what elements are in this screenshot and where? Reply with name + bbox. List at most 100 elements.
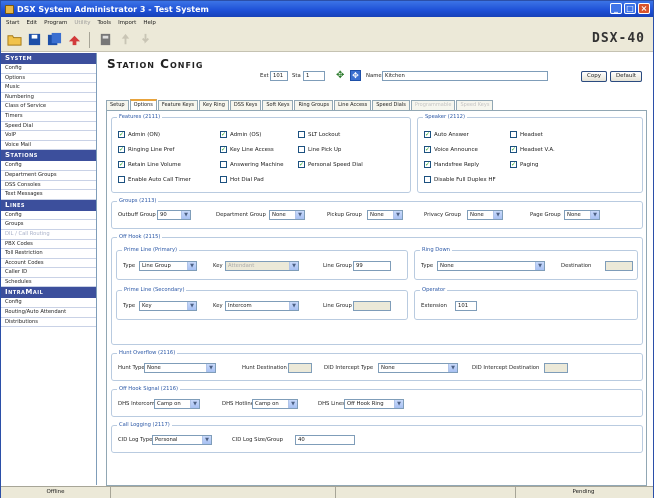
next-station-icon[interactable]: ✥ <box>336 70 344 81</box>
menu-program[interactable]: Program <box>44 20 67 26</box>
minimize-button[interactable]: _ <box>610 3 622 14</box>
menu-help[interactable]: Help <box>143 20 156 26</box>
checkbox-box[interactable]: ✓ <box>220 146 227 153</box>
sidebar-item[interactable]: Distributions <box>1 317 96 328</box>
chevron-down-icon[interactable]: ▼ <box>202 436 211 444</box>
sidebar-item[interactable]: VoIP <box>1 131 96 141</box>
sidebar-item[interactable]: DSS Consoles <box>1 180 96 191</box>
menu-tools[interactable]: Tools <box>98 20 112 26</box>
tab-speed-keys[interactable]: Speed Keys <box>456 100 494 110</box>
sidebar-item[interactable]: Music <box>1 83 96 93</box>
checkbox-box[interactable] <box>220 176 227 183</box>
checkbox-key-line-access[interactable]: ✓ Key Line Access <box>220 146 274 153</box>
checkbox-auto-answer[interactable]: ✓ Auto Answer <box>424 131 469 138</box>
chevron-down-icon[interactable]: ▼ <box>187 262 196 270</box>
tab-programmable[interactable]: Programmable <box>410 100 456 110</box>
tab-dss-keys[interactable]: DSS Keys <box>229 100 262 110</box>
checkbox-admin-os[interactable]: ✓ Admin (OS) <box>220 131 261 138</box>
checkbox-box[interactable]: ✓ <box>118 161 125 168</box>
dept-group-select[interactable]: None ▼ <box>269 210 305 220</box>
checkbox-box[interactable] <box>424 176 431 183</box>
page-group-select[interactable]: None ▼ <box>564 210 600 220</box>
sidebar-item[interactable]: Options <box>1 73 96 84</box>
primary-key-select[interactable]: Attendant ▼ <box>225 261 299 271</box>
sidebar-item[interactable]: Speed Dial <box>1 121 96 132</box>
sidebar-item[interactable]: Numbering <box>1 92 96 103</box>
sidebar-item[interactable]: Timers <box>1 111 96 122</box>
chevron-down-icon[interactable]: ▼ <box>448 364 457 372</box>
chevron-down-icon[interactable]: ▼ <box>394 400 403 408</box>
hunt-type-select[interactable]: None ▼ <box>144 363 216 373</box>
did-intercept-destination-field[interactable] <box>544 363 568 373</box>
name-field[interactable]: Kitchen <box>382 71 548 81</box>
sidebar-item[interactable]: Config <box>1 64 96 74</box>
sidebar-item[interactable]: Caller ID <box>1 268 96 278</box>
sidebar-item[interactable]: PBX Codes <box>1 239 96 250</box>
print-icon[interactable] <box>97 32 113 48</box>
checkbox-box[interactable]: ✓ <box>298 161 305 168</box>
checkbox-box[interactable] <box>298 146 305 153</box>
sidebar-item[interactable]: Toll Restriction <box>1 249 96 259</box>
checkbox-voice-announce[interactable]: ✓ Voice Announce <box>424 146 478 153</box>
sidebar-item[interactable]: Text Messages <box>1 190 96 200</box>
checkbox-box[interactable]: ✓ <box>424 146 431 153</box>
dhs-lines-select[interactable]: Off Hook Ring ▼ <box>344 399 404 409</box>
chevron-down-icon[interactable]: ▼ <box>288 400 297 408</box>
sta-field[interactable]: 1 <box>303 71 325 81</box>
checkbox-admin-on[interactable]: ✓ Admin (ON) <box>118 131 160 138</box>
tab-line-access[interactable]: Line Access <box>334 100 372 110</box>
tab-speed-dials[interactable]: Speed Dials <box>372 100 410 110</box>
checkbox-box[interactable]: ✓ <box>510 146 517 153</box>
checkbox-hot-dial-pad[interactable]: Hot Dial Pad <box>220 176 264 183</box>
secondary-line-group-field[interactable] <box>353 301 391 311</box>
hunt-destination-field[interactable] <box>288 363 312 373</box>
dhs-hotline-select[interactable]: Camp on ▼ <box>252 399 298 409</box>
checkbox-enable-auto-call-timer[interactable]: Enable Auto Call Timer <box>118 176 191 183</box>
checkbox-box[interactable]: ✓ <box>510 161 517 168</box>
ext-field[interactable]: 101 <box>270 71 288 81</box>
cid-log-type-select[interactable]: Personal ▼ <box>152 435 212 445</box>
sidebar-item[interactable]: Account Codes <box>1 258 96 269</box>
checkbox-personal-speed-dial[interactable]: ✓ Personal Speed Dial <box>298 161 363 168</box>
checkbox-handsfree-reply[interactable]: ✓ Handsfree Reply <box>424 161 479 168</box>
checkbox-box[interactable]: ✓ <box>118 131 125 138</box>
chevron-down-icon[interactable]: ▼ <box>295 211 304 219</box>
chevron-down-icon[interactable]: ▼ <box>493 211 502 219</box>
checkbox-box[interactable] <box>298 131 305 138</box>
chevron-down-icon[interactable]: ▼ <box>289 302 298 310</box>
checkbox-headset[interactable]: Headset <box>510 131 543 138</box>
operator-extension-field[interactable]: 101 <box>455 301 477 311</box>
menu-utility[interactable]: Utility <box>74 20 90 26</box>
dhs-intercom-select[interactable]: Camp on ▼ <box>154 399 200 409</box>
sidebar-item[interactable]: DIL / Call Routing <box>1 229 96 240</box>
checkbox-box[interactable]: ✓ <box>220 131 227 138</box>
checkbox-box[interactable]: ✓ <box>118 146 125 153</box>
chevron-down-icon[interactable]: ▼ <box>190 400 199 408</box>
sidebar-section-intramail[interactable]: IntraMail <box>1 287 96 299</box>
sidebar-item[interactable]: Routing/Auto Attendant <box>1 308 96 318</box>
checkbox-box[interactable]: ✓ <box>424 161 431 168</box>
send-icon[interactable] <box>66 32 82 48</box>
download-icon[interactable] <box>137 32 153 48</box>
chevron-down-icon[interactable]: ▼ <box>535 262 544 270</box>
sidebar-item[interactable]: Groups <box>1 220 96 230</box>
checkbox-answering-machine[interactable]: Answering Machine <box>220 161 284 168</box>
primary-type-select[interactable]: Line Group ▼ <box>139 261 197 271</box>
primary-line-group-field[interactable]: 99 <box>353 261 391 271</box>
open-folder-icon[interactable] <box>6 32 22 48</box>
checkbox-headset-va[interactable]: ✓ Headset V.A. <box>510 146 555 153</box>
outbuff-select[interactable]: 90 ▼ <box>157 210 191 220</box>
chevron-down-icon[interactable]: ▼ <box>393 211 402 219</box>
default-button[interactable]: Default <box>610 71 642 82</box>
chevron-down-icon[interactable]: ▼ <box>181 211 190 219</box>
ringdown-destination-field[interactable] <box>605 261 633 271</box>
sidebar-item[interactable]: Config <box>1 298 96 309</box>
checkbox-slt-lockout[interactable]: SLT Lockout <box>298 131 340 138</box>
chevron-down-icon[interactable]: ▼ <box>187 302 196 310</box>
checkbox-line-pick-up[interactable]: Line Pick Up <box>298 146 341 153</box>
sidebar-section-stations[interactable]: Stations <box>1 150 96 162</box>
checkbox-box[interactable] <box>220 161 227 168</box>
checkbox-retain-line-volume[interactable]: ✓ Retain Line Volume <box>118 161 181 168</box>
save-all-icon[interactable] <box>46 32 62 48</box>
menu-import[interactable]: Import <box>118 20 136 26</box>
